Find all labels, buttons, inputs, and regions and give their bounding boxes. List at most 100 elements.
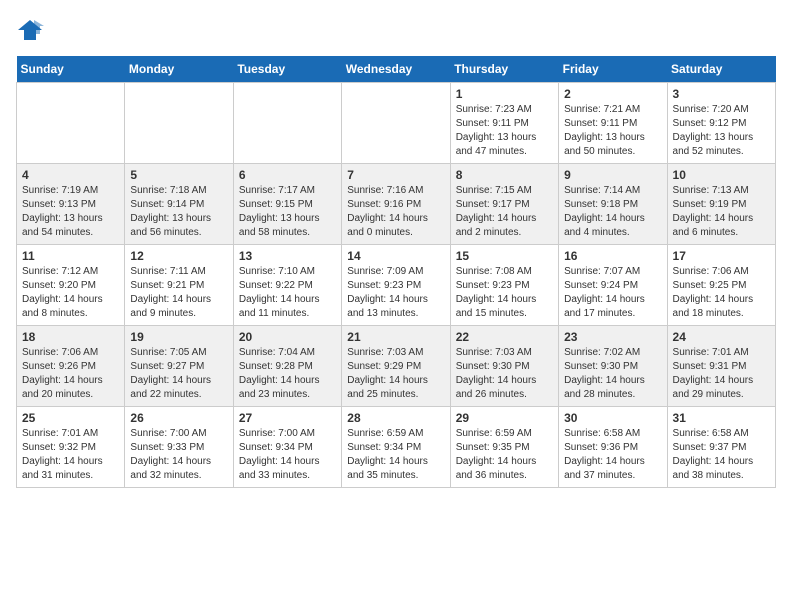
generalblue-logo-icon	[16, 16, 44, 44]
page-header	[16, 16, 776, 44]
day-info: Sunrise: 7:23 AM Sunset: 9:11 PM Dayligh…	[456, 103, 553, 159]
week-row-3: 11Sunrise: 7:12 AM Sunset: 9:20 PM Dayli…	[17, 245, 776, 326]
day-info: Sunrise: 7:11 AM Sunset: 9:21 PM Dayligh…	[130, 265, 227, 321]
calendar-cell: 12 Sunrise: 7:11 AM Sunset: 9:21 PM Dayli…	[125, 245, 233, 326]
calendar-table: SundayMondayTuesdayWednesdayThursdayFrid…	[16, 56, 776, 488]
calendar-cell: 10 Sunrise: 7:13 AM Sunset: 9:19 PM Dayli…	[667, 164, 775, 245]
day-number: 26	[130, 411, 227, 425]
day-number: 24	[673, 330, 770, 344]
weekday-header-wednesday: Wednesday	[342, 56, 450, 83]
calendar-cell: 16Sunrise: 7:07 AM Sunset: 9:24 PM Dayli…	[559, 245, 667, 326]
day-number: 9	[564, 168, 661, 182]
day-info: Sunrise: 7:01 AM Sunset: 9:32 PM Dayligh…	[22, 427, 119, 483]
calendar-cell	[233, 83, 341, 164]
day-number: 8	[456, 168, 553, 182]
day-info: Sunrise: 7:09 AM Sunset: 9:23 PM Dayligh…	[347, 265, 444, 321]
day-info: Sunrise: 6:58 AM Sunset: 9:37 PM Dayligh…	[673, 427, 770, 483]
day-number: 31	[673, 411, 770, 425]
day-number: 5	[130, 168, 227, 182]
day-info: Sunrise: 7:06 AM Sunset: 9:25 PM Dayligh…	[673, 265, 770, 321]
calendar-cell: 21 Sunrise: 7:03 AM Sunset: 9:29 PM Dayli…	[342, 326, 450, 407]
calendar-cell: 7 Sunrise: 7:16 AM Sunset: 9:16 PM Daylig…	[342, 164, 450, 245]
day-number: 14	[347, 249, 444, 263]
day-number: 30	[564, 411, 661, 425]
day-info: Sunrise: 6:58 AM Sunset: 9:36 PM Dayligh…	[564, 427, 661, 483]
calendar-cell: 11Sunrise: 7:12 AM Sunset: 9:20 PM Dayli…	[17, 245, 125, 326]
day-number: 22	[456, 330, 553, 344]
logo	[16, 16, 48, 44]
calendar-cell: 24 Sunrise: 7:01 AM Sunset: 9:31 PM Dayli…	[667, 326, 775, 407]
day-number: 20	[239, 330, 336, 344]
calendar-cell: 8 Sunrise: 7:15 AM Sunset: 9:17 PM Daylig…	[450, 164, 558, 245]
week-row-4: 18Sunrise: 7:06 AM Sunset: 9:26 PM Dayli…	[17, 326, 776, 407]
calendar-cell: 25 Sunrise: 7:01 AM Sunset: 9:32 PM Dayli…	[17, 407, 125, 488]
weekday-header-saturday: Saturday	[667, 56, 775, 83]
calendar-cell: 1 Sunrise: 7:23 AM Sunset: 9:11 PM Daylig…	[450, 83, 558, 164]
day-info: Sunrise: 7:15 AM Sunset: 9:17 PM Dayligh…	[456, 184, 553, 240]
calendar-cell: 18Sunrise: 7:06 AM Sunset: 9:26 PM Dayli…	[17, 326, 125, 407]
day-number: 10	[673, 168, 770, 182]
calendar-cell: 2 Sunrise: 7:21 AM Sunset: 9:11 PM Daylig…	[559, 83, 667, 164]
calendar-cell: 28 Sunrise: 6:59 AM Sunset: 9:34 PM Dayli…	[342, 407, 450, 488]
day-number: 13	[239, 249, 336, 263]
day-number: 21	[347, 330, 444, 344]
calendar-cell: 19 Sunrise: 7:05 AM Sunset: 9:27 PM Dayli…	[125, 326, 233, 407]
day-info: Sunrise: 7:03 AM Sunset: 9:30 PM Dayligh…	[456, 346, 553, 402]
day-info: Sunrise: 7:16 AM Sunset: 9:16 PM Dayligh…	[347, 184, 444, 240]
day-number: 29	[456, 411, 553, 425]
day-number: 2	[564, 87, 661, 101]
day-info: Sunrise: 7:03 AM Sunset: 9:29 PM Dayligh…	[347, 346, 444, 402]
day-info: Sunrise: 7:21 AM Sunset: 9:11 PM Dayligh…	[564, 103, 661, 159]
day-info: Sunrise: 7:01 AM Sunset: 9:31 PM Dayligh…	[673, 346, 770, 402]
day-number: 28	[347, 411, 444, 425]
day-number: 19	[130, 330, 227, 344]
calendar-cell: 9 Sunrise: 7:14 AM Sunset: 9:18 PM Daylig…	[559, 164, 667, 245]
day-number: 1	[456, 87, 553, 101]
calendar-cell: 3Sunrise: 7:20 AM Sunset: 9:12 PM Daylig…	[667, 83, 775, 164]
day-info: Sunrise: 7:13 AM Sunset: 9:19 PM Dayligh…	[673, 184, 770, 240]
calendar-cell	[125, 83, 233, 164]
calendar-cell: 17 Sunrise: 7:06 AM Sunset: 9:25 PM Dayli…	[667, 245, 775, 326]
day-info: Sunrise: 7:04 AM Sunset: 9:28 PM Dayligh…	[239, 346, 336, 402]
day-number: 27	[239, 411, 336, 425]
weekday-header-tuesday: Tuesday	[233, 56, 341, 83]
day-number: 7	[347, 168, 444, 182]
day-info: Sunrise: 6:59 AM Sunset: 9:35 PM Dayligh…	[456, 427, 553, 483]
calendar-cell: 4 Sunrise: 7:19 AM Sunset: 9:13 PM Daylig…	[17, 164, 125, 245]
day-info: Sunrise: 7:08 AM Sunset: 9:23 PM Dayligh…	[456, 265, 553, 321]
day-info: Sunrise: 7:14 AM Sunset: 9:18 PM Dayligh…	[564, 184, 661, 240]
calendar-cell: 31 Sunrise: 6:58 AM Sunset: 9:37 PM Dayli…	[667, 407, 775, 488]
day-number: 23	[564, 330, 661, 344]
calendar-cell	[17, 83, 125, 164]
calendar-cell: 20 Sunrise: 7:04 AM Sunset: 9:28 PM Dayli…	[233, 326, 341, 407]
calendar-cell: 27 Sunrise: 7:00 AM Sunset: 9:34 PM Dayli…	[233, 407, 341, 488]
day-number: 12	[130, 249, 227, 263]
calendar-cell: 15 Sunrise: 7:08 AM Sunset: 9:23 PM Dayli…	[450, 245, 558, 326]
calendar-cell: 30 Sunrise: 6:58 AM Sunset: 9:36 PM Dayli…	[559, 407, 667, 488]
calendar-cell: 5Sunrise: 7:18 AM Sunset: 9:14 PM Daylig…	[125, 164, 233, 245]
calendar-cell: 23 Sunrise: 7:02 AM Sunset: 9:30 PM Dayli…	[559, 326, 667, 407]
day-number: 4	[22, 168, 119, 182]
day-number: 6	[239, 168, 336, 182]
day-info: Sunrise: 7:02 AM Sunset: 9:30 PM Dayligh…	[564, 346, 661, 402]
calendar-cell: 29 Sunrise: 6:59 AM Sunset: 9:35 PM Dayli…	[450, 407, 558, 488]
week-row-5: 25 Sunrise: 7:01 AM Sunset: 9:32 PM Dayli…	[17, 407, 776, 488]
day-info: Sunrise: 7:05 AM Sunset: 9:27 PM Dayligh…	[130, 346, 227, 402]
calendar-cell: 13 Sunrise: 7:10 AM Sunset: 9:22 PM Dayli…	[233, 245, 341, 326]
day-info: Sunrise: 6:59 AM Sunset: 9:34 PM Dayligh…	[347, 427, 444, 483]
calendar-cell	[342, 83, 450, 164]
day-number: 3	[673, 87, 770, 101]
day-info: Sunrise: 7:00 AM Sunset: 9:34 PM Dayligh…	[239, 427, 336, 483]
day-info: Sunrise: 7:06 AM Sunset: 9:26 PM Dayligh…	[22, 346, 119, 402]
calendar-cell: 22 Sunrise: 7:03 AM Sunset: 9:30 PM Dayli…	[450, 326, 558, 407]
day-number: 17	[673, 249, 770, 263]
weekday-header-monday: Monday	[125, 56, 233, 83]
day-number: 16	[564, 249, 661, 263]
day-info: Sunrise: 7:00 AM Sunset: 9:33 PM Dayligh…	[130, 427, 227, 483]
day-info: Sunrise: 7:19 AM Sunset: 9:13 PM Dayligh…	[22, 184, 119, 240]
day-info: Sunrise: 7:12 AM Sunset: 9:20 PM Dayligh…	[22, 265, 119, 321]
day-number: 15	[456, 249, 553, 263]
day-info: Sunrise: 7:10 AM Sunset: 9:22 PM Dayligh…	[239, 265, 336, 321]
day-number: 25	[22, 411, 119, 425]
calendar-cell: 14 Sunrise: 7:09 AM Sunset: 9:23 PM Dayli…	[342, 245, 450, 326]
